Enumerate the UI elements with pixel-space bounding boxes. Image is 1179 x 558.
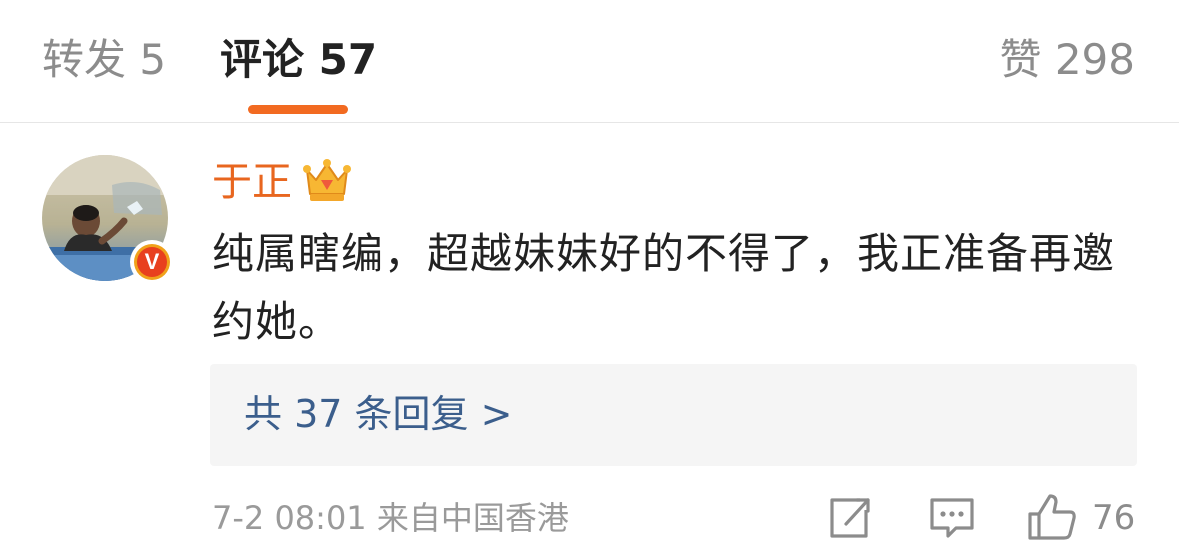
tab-comments[interactable]: 评论 57 <box>220 30 377 90</box>
replies-box[interactable]: 共 37 条回复 > <box>210 364 1137 466</box>
comment-body: 纯属瞎编，超越妹妹好的不得了，我正准备再邀约她。 <box>212 229 1116 346</box>
crown-icon[interactable] <box>302 158 352 204</box>
share-icon[interactable] <box>826 492 874 542</box>
like-count: 76 <box>1092 498 1136 538</box>
verified-badge-letter: V <box>137 247 167 277</box>
thumbs-up-icon[interactable] <box>1026 492 1078 542</box>
comment-meta: 7-2 08:01 来自中国香港 <box>212 499 569 537</box>
reply-icon[interactable] <box>928 492 976 542</box>
tab-likes[interactable]: 赞 298 <box>999 30 1135 90</box>
comment-username[interactable]: 于正 <box>212 156 292 208</box>
view-replies-link[interactable]: 共 37 条回复 > <box>244 386 512 442</box>
tab-bar: 转发 5 评论 57 赞 298 <box>0 0 1179 123</box>
verified-badge-icon: V <box>130 240 174 284</box>
tab-reposts[interactable]: 转发 5 <box>42 30 166 90</box>
active-tab-indicator <box>248 105 348 114</box>
